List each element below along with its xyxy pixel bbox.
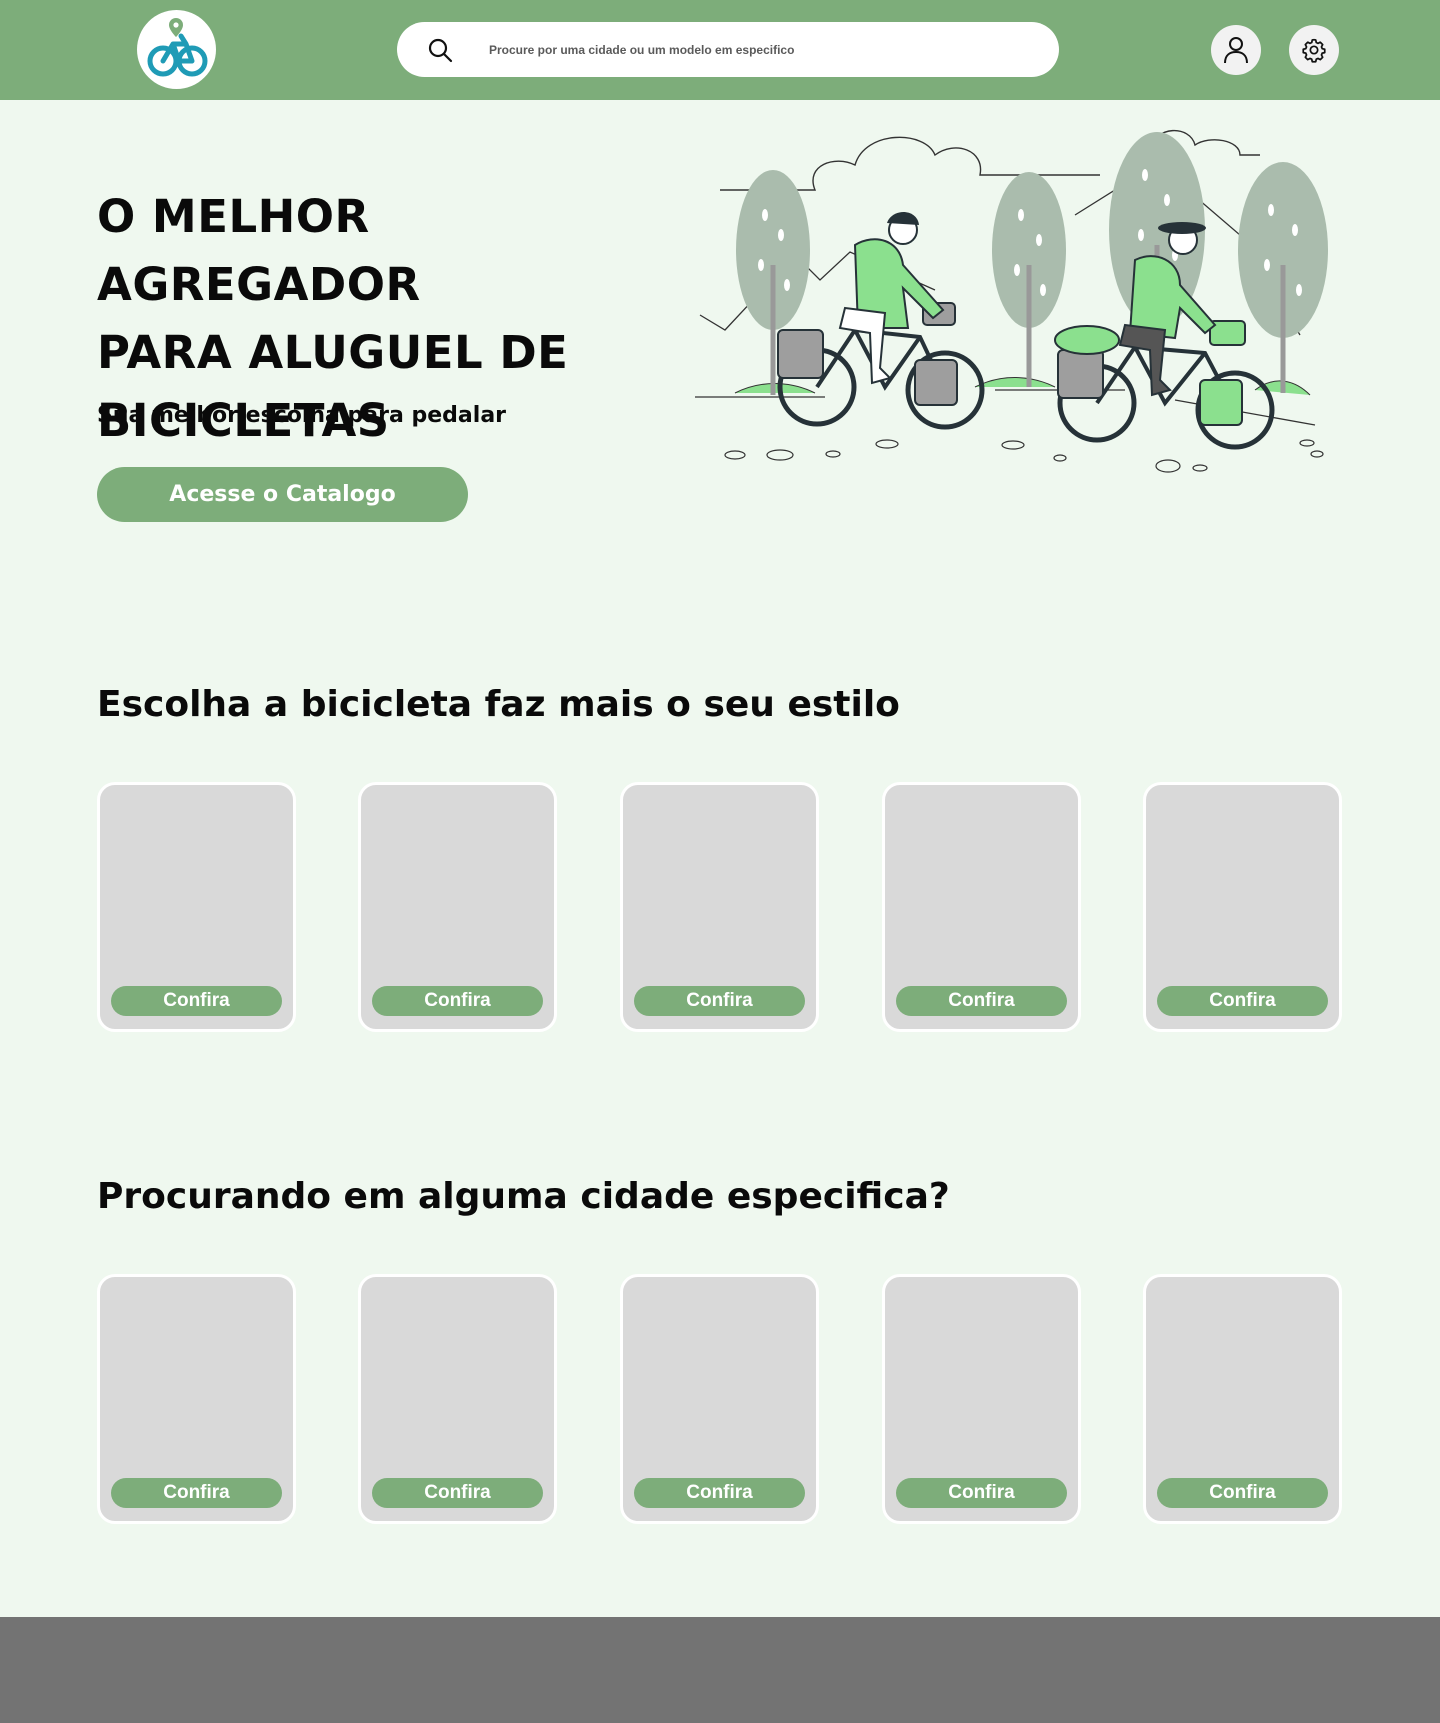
user-button[interactable]	[1211, 25, 1261, 75]
cyclists-illustration	[695, 129, 1328, 473]
confira-button[interactable]: Confira	[111, 1478, 282, 1508]
top-bar	[0, 0, 1440, 100]
bike-location-logo-icon	[147, 18, 208, 77]
user-icon	[1224, 37, 1248, 64]
style-card[interactable]: Confira	[1143, 782, 1342, 1032]
style-section-title: Escolha a bicicleta faz mais o seu estil…	[97, 684, 900, 725]
confira-button[interactable]: Confira	[1157, 986, 1328, 1016]
footer	[0, 1617, 1440, 1723]
style-cards: Confira Confira Confira Confira Confira	[97, 782, 1343, 1032]
search-input[interactable]	[489, 36, 1029, 64]
style-card[interactable]: Confira	[358, 782, 557, 1032]
style-card[interactable]: Confira	[882, 782, 1081, 1032]
logo[interactable]	[137, 10, 216, 89]
city-card[interactable]: Confira	[882, 1274, 1081, 1524]
city-card[interactable]: Confira	[358, 1274, 557, 1524]
settings-button[interactable]	[1289, 25, 1339, 75]
confira-button[interactable]: Confira	[634, 1478, 805, 1508]
search-icon[interactable]	[427, 37, 453, 63]
hero-subtitle: Sua melhor escolha para pedalar	[97, 403, 507, 428]
confira-button[interactable]: Confira	[634, 986, 805, 1016]
style-card[interactable]: Confira	[97, 782, 296, 1032]
hero-title-line: O MELHOR AGREGADOR	[97, 190, 421, 311]
city-card[interactable]: Confira	[1143, 1274, 1342, 1524]
confira-button[interactable]: Confira	[372, 1478, 543, 1508]
style-card[interactable]: Confira	[620, 782, 819, 1032]
confira-button[interactable]: Confira	[1157, 1478, 1328, 1508]
hero-title-line: PARA ALUGUEL DE	[97, 326, 569, 379]
city-card[interactable]: Confira	[620, 1274, 819, 1524]
city-cards: Confira Confira Confira Confira Confira	[97, 1274, 1343, 1524]
confira-button[interactable]: Confira	[896, 986, 1067, 1016]
gear-icon	[1302, 38, 1326, 63]
confira-button[interactable]: Confira	[372, 986, 543, 1016]
confira-button[interactable]: Confira	[896, 1478, 1067, 1508]
city-card[interactable]: Confira	[97, 1274, 296, 1524]
search-bar	[397, 22, 1059, 77]
city-section-title: Procurando em alguma cidade especifica?	[97, 1176, 950, 1217]
catalog-button[interactable]: Acesse o Catalogo	[97, 467, 468, 522]
confira-button[interactable]: Confira	[111, 986, 282, 1016]
